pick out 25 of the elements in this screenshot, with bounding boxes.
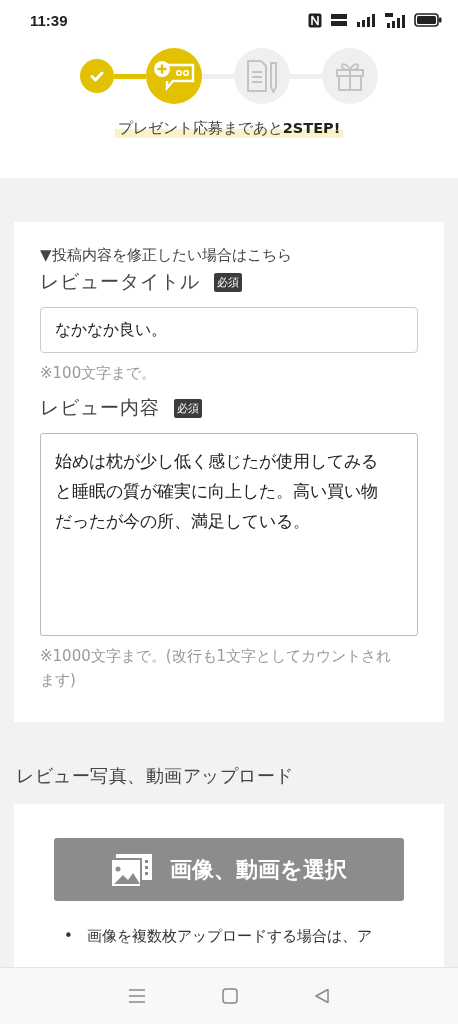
document-pen-icon [246,59,278,93]
home-icon[interactable] [222,988,238,1004]
title-input-field[interactable]: なかなか良い。 [40,307,418,353]
nfc-icon [308,12,322,28]
gift-icon [335,60,365,92]
speech-bubble-plus-icon [153,59,195,93]
signal-icon [356,13,376,27]
field-label: レビュー内容 [40,395,160,420]
edit-toggle-link[interactable]: ▼投稿内容を修正したい場合はこちら [40,246,418,265]
section-heading: レビュー写真、動画アップロード [16,764,295,788]
signal-5g-icon [384,12,406,28]
upload-note: 画像を複数枚アップロードする場合は、ア [86,926,372,947]
check-icon [90,70,104,82]
required-badge: 必須 [214,272,242,292]
back-icon[interactable] [314,988,330,1004]
review-text-area[interactable]: 始めは枕が少し低く感じたが使用してみると睡眠の質が確実に向上した。高い買い物だったが今の所、満足している。 [40,433,418,636]
image-video-icon [111,853,152,886]
battery-icon [414,13,442,27]
menu-icon[interactable] [128,988,146,1004]
required-badge: 必須 [174,398,202,418]
bullet: • [64,926,73,947]
field-hint: ※1000文字まで。(改行も1文字としてカウントされます) [40,646,393,691]
clock-time: 11:39 [30,11,68,29]
field-hint: ※100文字まで。 [40,363,158,384]
field-label: レビュータイトル [40,269,200,294]
